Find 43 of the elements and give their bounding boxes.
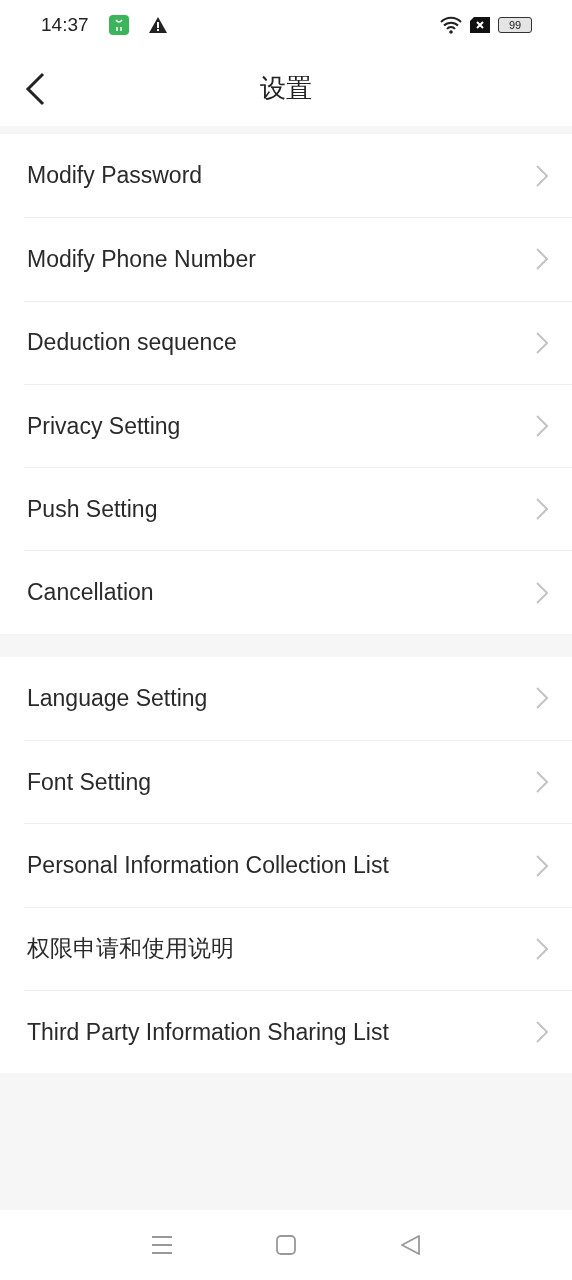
row-label: Third Party Information Sharing List [26, 1018, 389, 1046]
settings-row[interactable]: Cancellation [24, 550, 572, 634]
chevron-right-icon [536, 581, 548, 604]
wifi-icon [440, 16, 462, 34]
chevron-right-icon [536, 164, 548, 187]
battery-indicator: 99 [498, 17, 532, 33]
chevron-right-icon [536, 687, 548, 710]
settings-row[interactable]: Modify Password [24, 134, 572, 218]
settings-row[interactable]: Personal Information Collection List [24, 823, 572, 907]
page-title: 设置 [260, 71, 312, 105]
chevron-right-icon [536, 498, 548, 521]
home-icon[interactable] [276, 1235, 296, 1255]
row-label: Font Setting [26, 768, 152, 796]
settings-row[interactable]: Deduction sequence [24, 300, 572, 384]
row-label: Personal Information Collection List [26, 852, 389, 879]
settings-row[interactable]: Font Setting [24, 740, 572, 824]
chevron-right-icon [536, 854, 548, 877]
chevron-right-icon [536, 415, 548, 438]
chevron-right-icon [536, 1021, 548, 1044]
menu-icon[interactable] [152, 1235, 172, 1255]
chevron-right-icon [536, 771, 548, 794]
settings-row[interactable]: Push Setting [24, 467, 572, 551]
no-sim-icon [470, 17, 490, 33]
row-label: Language Setting [26, 684, 208, 712]
row-label: Modify Password [26, 162, 203, 190]
row-label: Modify Phone Number [26, 245, 256, 273]
settings-row[interactable]: 权限申请和使用说明 [24, 906, 572, 990]
app-notification-icon [108, 15, 129, 35]
row-label: 权限申请和使用说明 [26, 934, 234, 964]
chevron-right-icon [536, 248, 548, 271]
chevron-right-icon [536, 937, 548, 960]
warning-icon [148, 17, 167, 33]
settings-row[interactable]: Language Setting [24, 656, 572, 741]
row-label: Push Setting [26, 495, 158, 523]
chevron-right-icon [536, 331, 548, 354]
settings-row[interactable]: Privacy Setting [24, 383, 572, 468]
row-label: Cancellation [26, 579, 154, 607]
row-label: Deduction sequence [26, 329, 237, 357]
settings-row[interactable]: Modify Phone Number [24, 217, 572, 301]
row-label: Privacy Setting [26, 412, 181, 440]
back-icon[interactable] [24, 72, 46, 106]
status-time: 14:37 [41, 14, 89, 36]
settings-row[interactable]: Third Party Information Sharing List [24, 989, 572, 1074]
